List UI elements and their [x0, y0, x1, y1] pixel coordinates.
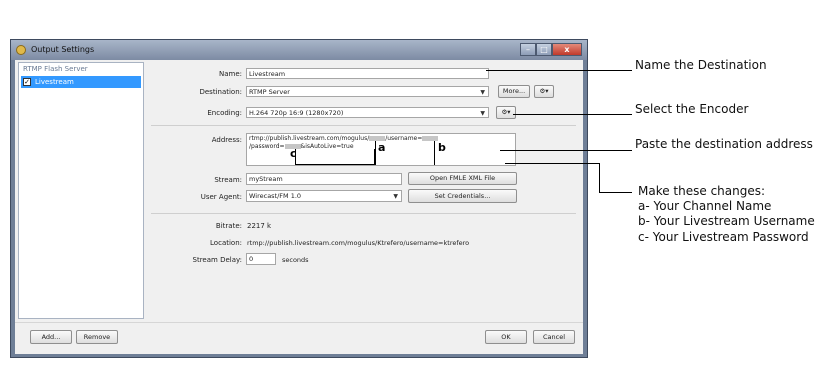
annotation-change-b: b- Your Livestream Username — [638, 214, 815, 228]
annotation-line-changes-h2 — [599, 192, 632, 193]
name-field[interactable]: Livestream — [246, 68, 489, 79]
destination-item-livestream[interactable]: ✓ Livestream — [21, 76, 141, 88]
encoding-value: H.264 720p 16:9 (1280x720) — [249, 109, 344, 117]
annotation-line-name — [486, 70, 632, 71]
chevron-down-icon: ▼ — [480, 89, 485, 96]
title-bar[interactable]: Output Settings – □ x — [11, 40, 587, 60]
marker-box-a: a — [375, 141, 435, 165]
marker-b: b — [438, 141, 446, 154]
cancel-button[interactable]: Cancel — [533, 330, 575, 344]
location-value: rtmp://publish.livestream.com/mogulus/Kt… — [247, 239, 470, 247]
address-text-1a: rtmp://publish.livestream.com/mogulus/ — [249, 135, 370, 142]
encoding-gear-button[interactable]: ⚙▾ — [496, 106, 516, 119]
address-text-2a: /password= — [249, 143, 285, 150]
stream-delay-label: Stream Delay: — [192, 256, 242, 264]
app-icon — [16, 45, 26, 55]
chevron-down-icon: ▼ — [480, 110, 485, 117]
location-label: Location: — [210, 239, 242, 247]
stream-label: Stream: — [214, 176, 242, 184]
bitrate-label: Bitrate: — [215, 222, 242, 230]
open-fmle-xml-button[interactable]: Open FMLE XML File — [408, 172, 517, 185]
annotation-line-address — [500, 150, 632, 151]
destination-value: RTMP Server — [249, 88, 290, 96]
chevron-down-icon: ▼ — [393, 193, 398, 200]
destination-select[interactable]: RTMP Server ▼ — [246, 86, 489, 97]
annotation-line-changes-v — [599, 163, 600, 192]
window-title: Output Settings — [31, 45, 95, 54]
user-agent-label: User Agent: — [200, 193, 242, 201]
maximize-button[interactable]: □ — [536, 43, 552, 56]
annotation-address: Paste the destination address — [635, 137, 813, 151]
annotation-name: Name the Destination — [635, 58, 767, 72]
group-header: RTMP Flash Server — [23, 65, 88, 73]
minimize-button[interactable]: – — [520, 43, 536, 56]
stream-delay-unit: seconds — [282, 256, 309, 264]
marker-a: a — [378, 141, 386, 154]
encoding-select[interactable]: H.264 720p 16:9 (1280x720) ▼ — [246, 107, 489, 118]
set-credentials-button[interactable]: Set Credentials... — [408, 189, 517, 203]
enabled-checkbox[interactable]: ✓ — [23, 78, 31, 86]
marker-c: c — [290, 147, 297, 160]
user-agent-select[interactable]: Wirecast/FM 1.0 ▼ — [246, 190, 402, 202]
bitrate-value: 2217 k — [247, 222, 272, 230]
annotation-encoder: Select the Encoder — [635, 102, 749, 116]
dialog-body: RTMP Flash Server ✓ Livestream Name: Liv… — [15, 60, 583, 354]
destination-label: Destination: — [199, 88, 242, 96]
annotation-change-a: a- Your Channel Name — [638, 199, 772, 213]
divider — [151, 125, 576, 126]
encoding-label: Encoding: — [207, 109, 242, 117]
output-settings-window: Output Settings – □ x RTMP Flash Server … — [10, 39, 588, 358]
ok-button[interactable]: OK — [485, 330, 527, 344]
annotation-line-encoder — [513, 114, 632, 115]
destination-item-label: Livestream — [35, 78, 74, 86]
annotation-line-changes-h1 — [505, 163, 600, 164]
annotation-changes-title: Make these changes: — [638, 184, 766, 198]
divider — [151, 213, 576, 214]
marker-box-c: c — [290, 147, 375, 165]
destination-gear-button[interactable]: ⚙▾ — [534, 85, 554, 98]
name-label: Name: — [218, 70, 242, 78]
destination-list: RTMP Flash Server ✓ Livestream — [18, 62, 144, 319]
stream-delay-field[interactable]: 0 — [246, 253, 276, 265]
footer-divider — [15, 322, 583, 323]
annotation-change-c: c- Your Livestream Password — [638, 230, 809, 244]
more-button[interactable]: More... — [498, 85, 530, 98]
stream-field[interactable]: myStream — [246, 173, 402, 185]
remove-button[interactable]: Remove — [76, 330, 118, 344]
user-agent-value: Wirecast/FM 1.0 — [249, 192, 302, 200]
close-button[interactable]: x — [552, 43, 582, 56]
add-button[interactable]: Add... — [30, 330, 72, 344]
address-label: Address: — [211, 136, 242, 144]
